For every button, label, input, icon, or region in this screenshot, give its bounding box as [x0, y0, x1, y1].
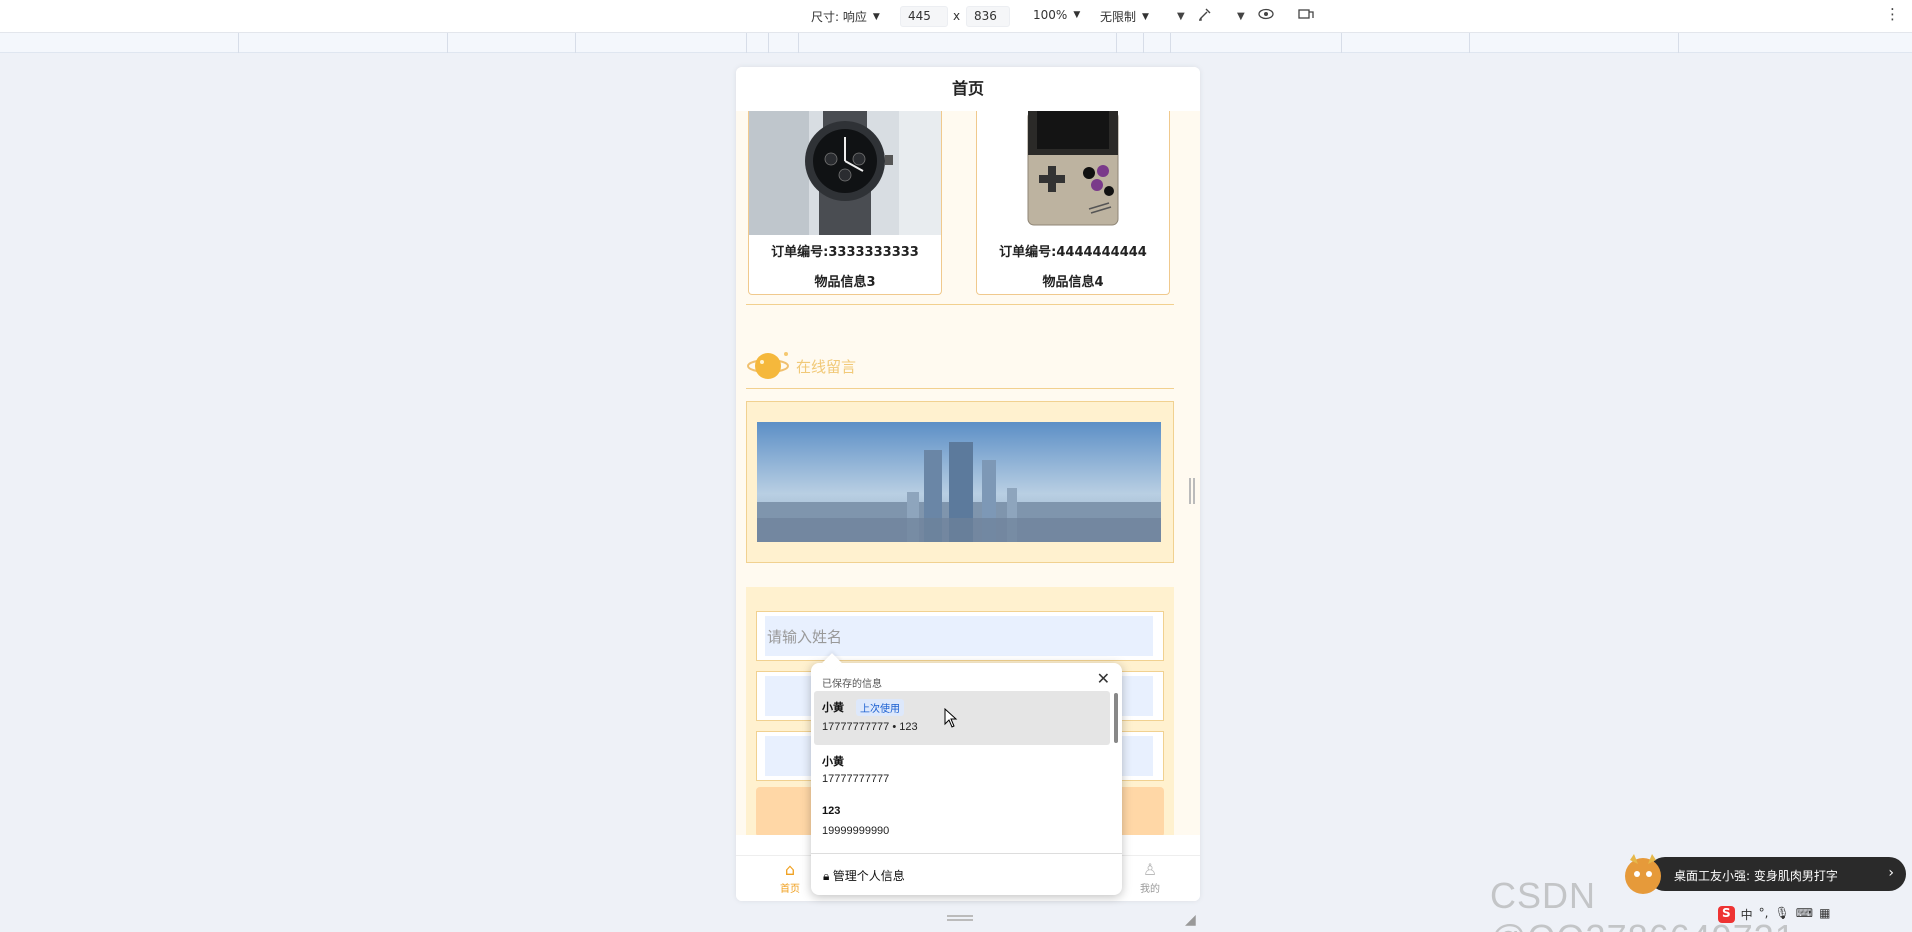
order-item-info: 物品信息3 [814, 275, 876, 290]
chevron-down-icon: ▼ [872, 11, 880, 22]
page-title: 首页 [736, 67, 1200, 111]
autofill-divider [811, 853, 1122, 854]
sogou-ime-icon[interactable]: S [1718, 906, 1735, 923]
tab-home-label: 首页 [780, 884, 800, 895]
resize-corner-icon[interactable]: ◢ [1185, 912, 1196, 928]
name-placeholder: 请输入姓名 [767, 628, 843, 646]
autofill-popup: 已保存的信息 ✕ 小黄 上次使用 17777777777 • 123 小黄 17… [811, 663, 1122, 895]
device-size-label: 尺寸: 响应 [811, 10, 867, 24]
autofill-entry-name: 123 [822, 805, 841, 817]
autofill-entry-detail: 17777777777 [822, 773, 890, 785]
chevron-down-icon: ▼ [1142, 11, 1149, 22]
device-size-select[interactable]: 尺寸: 响应 ▼ [811, 8, 880, 25]
resize-handle-bottom[interactable] [947, 915, 973, 921]
desktop-notification[interactable]: 桌面工友小强: 变身肌肉男打字 › [1648, 857, 1906, 891]
notification-text: 桌面工友小强: 变身肌肉男打字 [1674, 869, 1838, 883]
chevron-down-icon[interactable]: ▼ [1237, 11, 1245, 22]
order-card[interactable]: 订单编号:3333333333 物品信息3 [748, 111, 942, 295]
devtools-toolbar: 尺寸: 响应 ▼ 445 x 836 100% ▼ 无限制 ▼ ▼ ▼ ⋮ [0, 0, 1912, 33]
lock-icon: 🔒︎ [823, 869, 830, 883]
autofill-header: 已保存的信息 [822, 679, 882, 690]
color-picker-icon[interactable] [1197, 6, 1213, 26]
section-title: 在线留言 [796, 358, 857, 376]
manage-personal-info-link[interactable]: 🔒︎ 管理个人信息 [823, 867, 905, 884]
last-used-badge: 上次使用 [856, 699, 904, 716]
throttle-select[interactable]: 无限制 ▼ [1100, 8, 1149, 25]
order-number: 订单编号:4444444444 [999, 245, 1147, 260]
throttle-label: 无限制 [1100, 10, 1137, 24]
resize-handle-right[interactable] [1189, 478, 1195, 504]
dimension-separator: x [953, 9, 961, 23]
mascot-avatar [1625, 854, 1661, 894]
section-divider [746, 304, 1174, 305]
tab-mine[interactable]: ♙ 我的 [1120, 860, 1180, 895]
microphone-icon[interactable]: 🎙︎ [1775, 906, 1790, 923]
eye-icon[interactable] [1257, 6, 1275, 26]
kebab-menu-icon[interactable]: ⋮ [1885, 5, 1900, 23]
autofill-entry[interactable]: 123 19999999990 [814, 797, 1110, 851]
rotate-icon[interactable] [1297, 6, 1315, 26]
order-item-info: 物品信息4 [1042, 275, 1104, 290]
user-icon: ♙ [1142, 860, 1158, 879]
autofill-entry[interactable]: 小黄 17777777777 [814, 745, 1110, 799]
chevron-right-icon[interactable]: › [1888, 865, 1894, 881]
game-console-image [977, 111, 1169, 235]
city-skyline-banner [757, 422, 1161, 542]
autofill-entry-detail: 19999999990 [822, 825, 890, 837]
order-card[interactable]: 订单编号:4444444444 物品信息4 [976, 111, 1170, 295]
viewport-height-input[interactable]: 836 [966, 6, 1010, 27]
autofill-entry[interactable]: 小黄 上次使用 17777777777 • 123 [814, 691, 1110, 745]
viewport-width-input[interactable]: 445 [900, 6, 948, 27]
manage-personal-info-label: 管理个人信息 [832, 869, 905, 883]
section-divider [746, 388, 1174, 389]
keyboard-icon[interactable]: ⌨︎ [1796, 906, 1813, 923]
watch-image [749, 111, 941, 235]
zoom-select[interactable]: 100% ▼ [1033, 8, 1080, 22]
chevron-down-icon: ▼ [1073, 10, 1081, 20]
autofill-entry-detail: 17777777777 • 123 [822, 721, 918, 733]
ime-mode-label[interactable]: 中 [1741, 906, 1753, 923]
media-query-ruler[interactable] [0, 33, 1912, 53]
autofill-entry-name: 小黄 [822, 702, 844, 714]
mouse-cursor-icon [944, 708, 958, 728]
punctuation-icon[interactable]: °, [1759, 906, 1769, 923]
planet-icon [746, 349, 794, 387]
banner-container [746, 401, 1174, 563]
system-tray: S 中 °, 🎙︎ ⌨︎ ▦ [1718, 906, 1830, 923]
order-number: 订单编号:3333333333 [771, 245, 919, 260]
more-options-icon[interactable]: ▼ [1177, 11, 1185, 22]
grid-icon[interactable]: ▦ [1819, 906, 1830, 923]
autofill-entry-name: 小黄 [822, 756, 844, 768]
name-field[interactable]: 请输入姓名 [756, 611, 1164, 661]
zoom-label: 100% [1033, 8, 1068, 22]
close-icon[interactable]: ✕ [1097, 669, 1110, 689]
tab-mine-label: 我的 [1140, 884, 1160, 895]
autofill-scrollbar[interactable] [1114, 693, 1118, 743]
